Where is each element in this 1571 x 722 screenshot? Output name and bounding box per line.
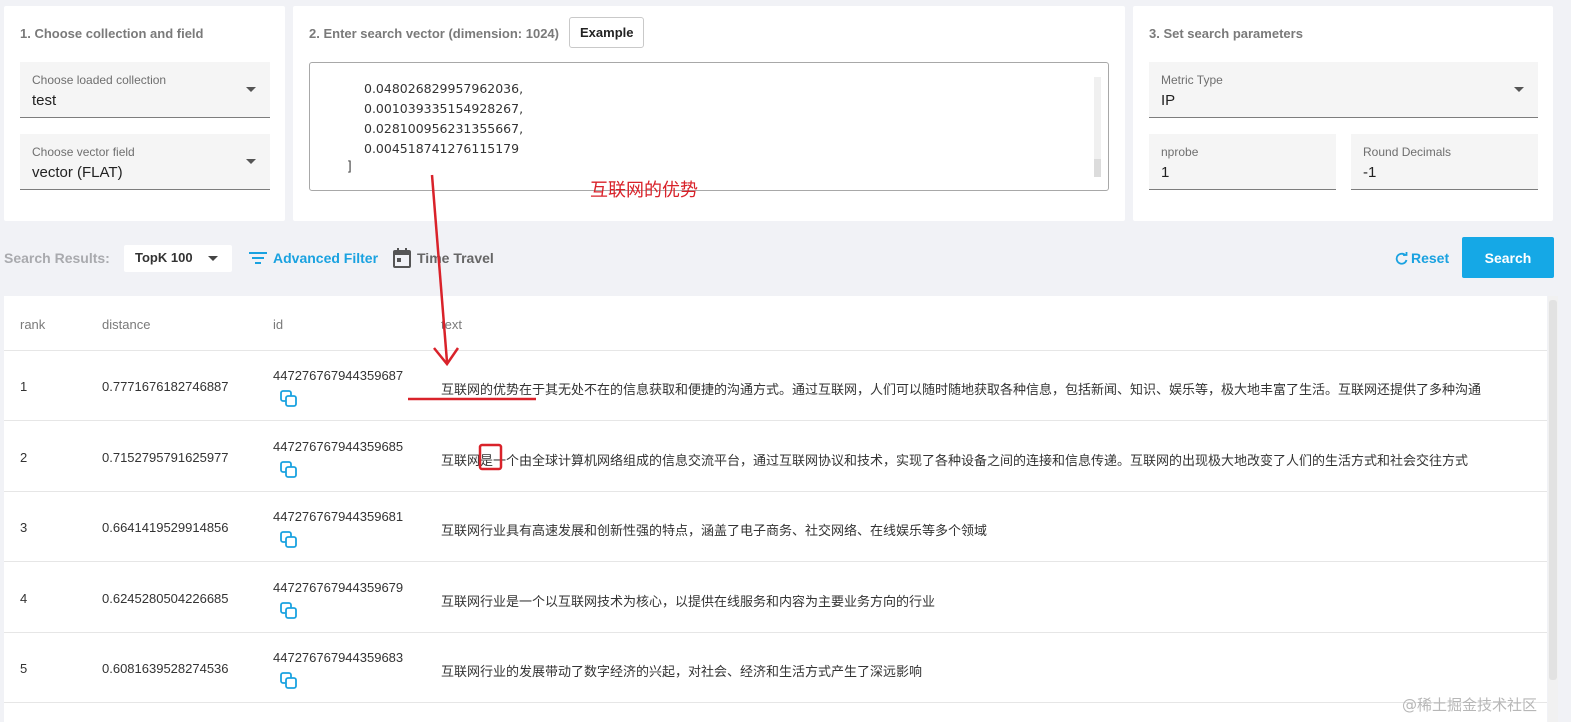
nprobe-input[interactable]: nprobe 1 xyxy=(1149,134,1336,190)
nprobe-label: nprobe xyxy=(1161,145,1199,159)
vector-field-select-label: Choose vector field xyxy=(32,145,135,159)
cell-distance: 0.7771676182746887 xyxy=(102,379,229,394)
vector-input[interactable]: 0.048026829957962036, 0.0010393351549282… xyxy=(309,62,1109,191)
collection-card-title: 1. Choose collection and field xyxy=(20,26,204,41)
calendar-icon xyxy=(393,248,411,268)
chevron-down-icon xyxy=(246,87,256,92)
cell-rank: 1 xyxy=(20,379,28,394)
time-travel-button[interactable]: Time Travel xyxy=(393,246,494,270)
page-scrollbar[interactable] xyxy=(1548,296,1558,722)
vector-line: 0.004518741276115179 xyxy=(364,141,520,156)
copy-icon[interactable] xyxy=(280,461,298,479)
vector-field-select[interactable]: Choose vector field vector (FLAT) xyxy=(20,134,270,190)
collection-select-value: test xyxy=(32,92,57,109)
vector-scrollbar[interactable] xyxy=(1094,77,1101,177)
copy-icon[interactable] xyxy=(280,602,298,620)
cell-id: 447276767944359679 xyxy=(273,580,404,595)
topk-value: TopK 100 xyxy=(135,250,193,265)
cell-text: 互联网是一个由全球计算机网络组成的信息交流平台，通过互联网协议和技术，实现了各种… xyxy=(441,454,1469,469)
chevron-down-icon xyxy=(1514,87,1524,92)
copy-icon[interactable] xyxy=(280,531,298,549)
cell-id: 447276767944359685 xyxy=(273,439,404,454)
cell-text: 互联网行业具有高速发展和创新性强的特点，涵盖了电子商务、社交网络、在线娱乐等多个… xyxy=(441,524,988,539)
nprobe-value: 1 xyxy=(1161,164,1170,181)
vector-card: 2. Enter search vector (dimension: 1024)… xyxy=(293,6,1125,221)
vector-card-title: 2. Enter search vector (dimension: 1024) xyxy=(309,26,559,41)
params-card: 3. Set search parameters Metric Type IP … xyxy=(1133,6,1553,221)
metric-type-label: Metric Type xyxy=(1161,73,1223,87)
vector-line: 0.001039335154928267, xyxy=(364,101,524,116)
metric-type-select[interactable]: Metric Type IP xyxy=(1149,62,1538,118)
collection-select-label: Choose loaded collection xyxy=(32,73,167,87)
cell-rank: 2 xyxy=(20,450,28,465)
collection-card: 1. Choose collection and field Choose lo… xyxy=(4,6,285,221)
round-decimals-value: -1 xyxy=(1363,164,1377,181)
column-header-distance[interactable]: distance xyxy=(102,317,150,332)
cell-distance: 0.6245280504226685 xyxy=(102,591,229,606)
cell-text: 互联网的优势在于其无处不在的信息获取和便捷的沟通方式。通过互联网，人们可以随时随… xyxy=(441,383,1482,398)
annotation-text: 互联网的优势 xyxy=(590,180,698,201)
cell-distance: 0.6081639528274536 xyxy=(102,661,229,676)
reset-button[interactable]: Reset xyxy=(1395,250,1449,266)
metric-type-value: IP xyxy=(1161,92,1176,109)
topk-select[interactable]: TopK 100 xyxy=(124,245,232,272)
cell-rank: 4 xyxy=(20,591,28,606)
vector-lines: 0.048026829957962036, 0.0010393351549282… xyxy=(364,79,523,159)
table-row[interactable]: 4 0.6245280504226685 447276767944359679 … xyxy=(4,563,1547,633)
search-button[interactable]: Search xyxy=(1462,237,1554,278)
reset-label: Reset xyxy=(1411,250,1450,266)
example-button[interactable]: Example xyxy=(569,17,645,48)
table-row[interactable]: 3 0.6641419529914856 447276767944359681 … xyxy=(4,492,1547,562)
table-row[interactable]: 2 0.7152795791625977 447276767944359685 … xyxy=(4,422,1547,492)
advanced-filter-label: Advanced Filter xyxy=(273,250,379,266)
copy-icon[interactable] xyxy=(280,390,298,408)
results-table: rank distance id text 1 0.77716761827468… xyxy=(4,296,1547,722)
cell-id: 447276767944359687 xyxy=(273,368,404,383)
filter-icon xyxy=(249,252,267,264)
search-results-label: Search Results: xyxy=(4,250,110,266)
chevron-down-icon xyxy=(246,159,256,164)
cell-rank: 3 xyxy=(20,520,28,535)
table-row[interactable]: 5 0.6081639528274536 447276767944359683 … xyxy=(4,633,1547,703)
advanced-filter-button[interactable]: Advanced Filter xyxy=(249,246,378,270)
vector-line: 0.028100956231355667, xyxy=(364,121,524,136)
cell-distance: 0.6641419529914856 xyxy=(102,520,229,535)
time-travel-label: Time Travel xyxy=(417,250,494,266)
chevron-down-icon xyxy=(208,256,218,261)
cell-id: 447276767944359681 xyxy=(273,509,404,524)
column-header-id[interactable]: id xyxy=(273,317,283,332)
round-decimals-label: Round Decimals xyxy=(1363,145,1452,159)
copy-icon[interactable] xyxy=(280,672,298,690)
round-decimals-input[interactable]: Round Decimals -1 xyxy=(1351,134,1538,190)
cell-id: 447276767944359683 xyxy=(273,650,404,665)
column-header-text[interactable]: text xyxy=(441,317,462,332)
vector-field-select-value: vector (FLAT) xyxy=(32,164,123,181)
params-card-title: 3. Set search parameters xyxy=(1149,26,1303,41)
table-row[interactable]: 1 0.7771676182746887 447276767944359687 … xyxy=(4,351,1547,421)
column-header-rank[interactable]: rank xyxy=(20,317,45,332)
cell-text: 互联网行业的发展带动了数字经济的兴起，对社会、经济和生活方式产生了深远影响 xyxy=(441,665,923,680)
cell-text: 互联网行业是一个以互联网技术为核心，以提供在线服务和内容为主要业务方向的行业 xyxy=(441,595,936,610)
cell-distance: 0.7152795791625977 xyxy=(102,450,229,465)
watermark: @稀土掘金技术社区 xyxy=(1402,696,1538,714)
collection-select[interactable]: Choose loaded collection test xyxy=(20,62,270,118)
cell-rank: 5 xyxy=(20,661,28,676)
vector-close-bracket: ] xyxy=(348,159,352,173)
refresh-icon xyxy=(1395,251,1408,265)
vector-line: 0.048026829957962036, xyxy=(364,81,524,96)
